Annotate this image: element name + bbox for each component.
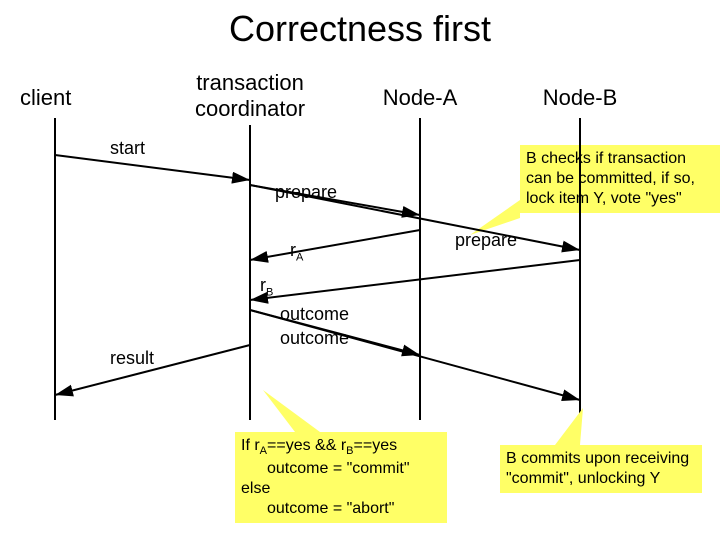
msg-rb-sub: B [266, 287, 273, 299]
msg-prepare-a: prepare [275, 182, 337, 203]
arrow-start [55, 155, 250, 180]
callout-logic-tail [263, 390, 320, 432]
callout-commit-tail [555, 408, 583, 445]
msg-ra-sub: A [296, 252, 303, 264]
msg-result: result [110, 348, 154, 369]
msg-outcome-b: outcome [280, 328, 349, 349]
diagram-stage: Correctness first client transaction coo… [0, 0, 720, 540]
arrow-rb [250, 260, 580, 300]
msg-rb: rB [260, 275, 273, 299]
msg-outcome-a: outcome [280, 304, 349, 325]
sequence-svg [0, 0, 720, 540]
arrow-ra [250, 230, 420, 260]
msg-ra: rA [290, 240, 303, 264]
msg-prepare-b: prepare [455, 230, 517, 251]
msg-start: start [110, 138, 145, 159]
